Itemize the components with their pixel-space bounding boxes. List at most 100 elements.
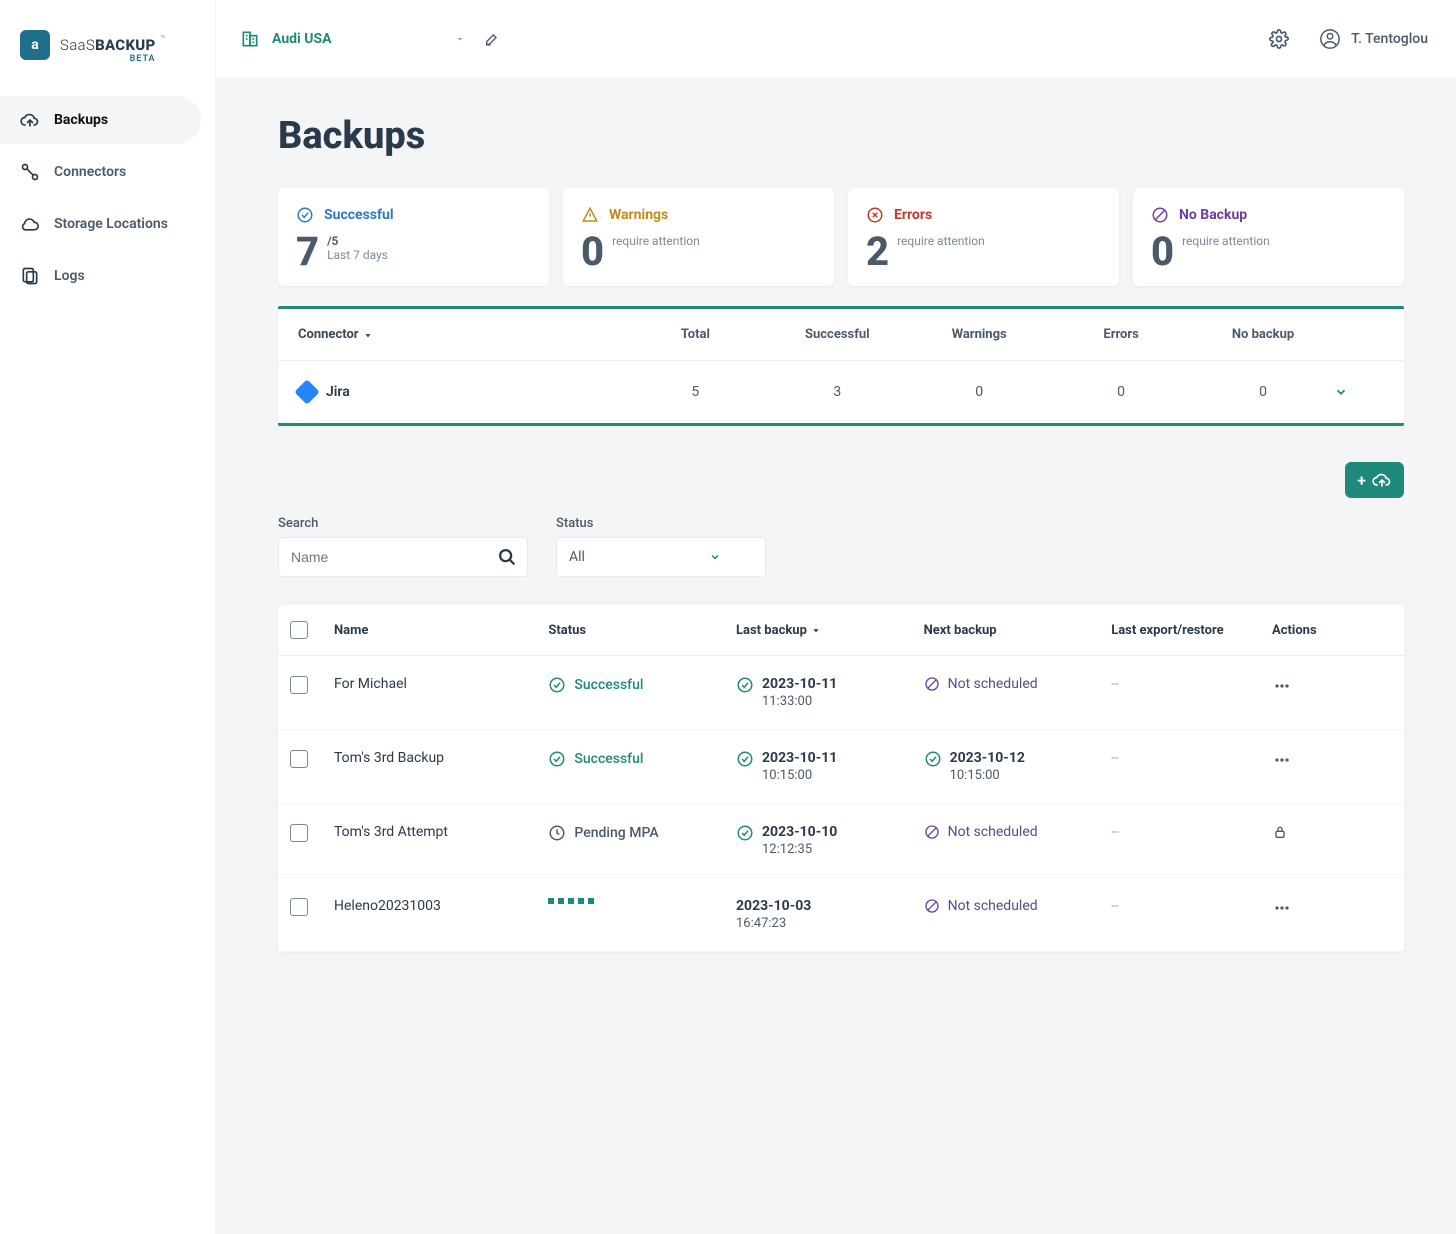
brand-suffix: BACKUP (95, 36, 155, 54)
nobackup-icon (1151, 206, 1169, 224)
card-sub: require attention (612, 234, 700, 248)
check-circle-icon (548, 750, 566, 768)
check-circle-icon (736, 750, 754, 768)
main-scroll[interactable]: Backups Successful 7 /5 Last 7 days (216, 78, 1456, 1234)
row-last-backup: 2023-10-0316:47:23 (736, 898, 924, 931)
table-row: Heleno202310032023-10-0316:47:23Not sche… (278, 878, 1404, 952)
row-checkbox[interactable] (290, 824, 308, 842)
org-selector[interactable]: Audi USA (240, 29, 466, 49)
col-errors[interactable]: Errors (1050, 327, 1192, 342)
stat-cards: Successful 7 /5 Last 7 days Warnings (278, 188, 1404, 286)
col-total[interactable]: Total (624, 327, 766, 342)
col-name[interactable]: Name (334, 623, 548, 638)
col-last-backup[interactable]: Last backup (736, 623, 924, 638)
col-warnings[interactable]: Warnings (908, 327, 1050, 342)
row-export: -- (1111, 750, 1272, 766)
brand-prefix: SaaS (60, 36, 95, 54)
row-next-backup: 2023-10-1210:15:00 (924, 750, 1112, 783)
nav-label: Logs (54, 268, 85, 284)
slash-circle-icon (924, 898, 940, 914)
avatar-icon (1319, 28, 1341, 50)
cell-total: 5 (624, 384, 766, 400)
nav-storage[interactable]: Storage Locations (0, 200, 201, 248)
expand-button[interactable] (1334, 385, 1384, 399)
page-title: Backups (278, 114, 1404, 158)
settings-button[interactable] (1269, 29, 1289, 49)
col-connector[interactable]: Connector (298, 327, 624, 342)
col-status[interactable]: Status (548, 623, 736, 638)
search-input[interactable] (278, 537, 528, 577)
row-status (548, 898, 736, 904)
row-name: Tom's 3rd Backup (334, 750, 548, 766)
lock-icon (1272, 824, 1392, 840)
slash-circle-icon (924, 676, 940, 692)
check-circle-icon (548, 676, 566, 694)
row-name: Tom's 3rd Attempt (334, 824, 548, 840)
check-circle-icon (924, 750, 942, 768)
row-export: -- (1111, 824, 1272, 840)
backups-table: Name Status Last backup Next backup Last… (278, 605, 1404, 952)
clock-icon (548, 824, 566, 842)
connector-table: Connector Total Successful Warnings Erro… (278, 306, 1404, 426)
nav-connectors[interactable]: Connectors (0, 148, 201, 196)
card-successful[interactable]: Successful 7 /5 Last 7 days (278, 188, 549, 286)
row-status: Pending MPA (548, 824, 736, 842)
connector-row[interactable]: Jira 5 3 0 0 0 (278, 361, 1404, 423)
col-next-backup[interactable]: Next backup (924, 623, 1112, 638)
edit-button[interactable] (484, 31, 500, 47)
row-status: Successful (548, 676, 736, 694)
card-nobackup[interactable]: No Backup 0 require attention (1133, 188, 1404, 286)
brand-logo: a SaaSBACKUP ™ BETA (0, 18, 215, 96)
row-export: -- (1111, 898, 1272, 914)
jira-icon (294, 379, 319, 404)
backups-header: Name Status Last backup Next backup Last… (278, 605, 1404, 656)
nav-label: Storage Locations (54, 216, 168, 232)
card-value: 0 (581, 232, 604, 272)
row-checkbox[interactable] (290, 898, 308, 916)
cell-nobackup: 0 (1192, 384, 1334, 400)
row-status: Successful (548, 750, 736, 768)
row-last-backup: 2023-10-1111:33:00 (736, 676, 924, 709)
more-icon (1272, 750, 1392, 770)
more-icon (1272, 898, 1392, 918)
card-sub: require attention (1182, 234, 1270, 248)
sidebar: a SaaSBACKUP ™ BETA Backups Connectors (0, 0, 216, 1234)
status-value: All (569, 549, 585, 565)
row-actions[interactable] (1272, 824, 1392, 840)
table-row: Tom's 3rd AttemptPending MPA2023-10-1012… (278, 804, 1404, 878)
select-all-checkbox[interactable] (290, 621, 308, 639)
search-label: Search (278, 516, 528, 531)
logs-icon (20, 266, 40, 286)
row-next-backup: Not scheduled (924, 824, 1112, 840)
chevron-down-icon (709, 551, 721, 563)
row-export: -- (1111, 676, 1272, 692)
row-actions[interactable] (1272, 750, 1392, 770)
nav-label: Backups (54, 112, 108, 128)
status-select[interactable]: All (556, 537, 766, 577)
row-next-backup: Not scheduled (924, 898, 1112, 914)
col-nobackup[interactable]: No backup (1192, 327, 1334, 342)
nav-logs[interactable]: Logs (0, 252, 201, 300)
row-actions[interactable] (1272, 676, 1392, 696)
card-errors[interactable]: Errors 2 require attention (848, 188, 1119, 286)
row-checkbox[interactable] (290, 750, 308, 768)
user-menu[interactable]: T. Tentoglou (1319, 28, 1428, 50)
filter-row: Search Status All (278, 516, 1404, 577)
col-export[interactable]: Last export/restore (1111, 623, 1272, 638)
add-backup-button[interactable]: + (1345, 462, 1404, 498)
search-icon[interactable] (496, 546, 518, 568)
card-warnings[interactable]: Warnings 0 require attention (563, 188, 834, 286)
brand-tm: ™ (160, 34, 165, 43)
row-last-backup: 2023-10-1012:12:35 (736, 824, 924, 857)
warning-icon (581, 206, 599, 224)
col-successful[interactable]: Successful (766, 327, 908, 342)
connectors-icon (20, 162, 40, 182)
error-icon (866, 206, 884, 224)
nav-label: Connectors (54, 164, 126, 180)
nav-backups[interactable]: Backups (0, 96, 201, 144)
check-circle-icon (736, 676, 754, 694)
row-actions[interactable] (1272, 898, 1392, 918)
row-name: For Michael (334, 676, 548, 692)
row-checkbox[interactable] (290, 676, 308, 694)
col-actions: Actions (1272, 623, 1392, 638)
